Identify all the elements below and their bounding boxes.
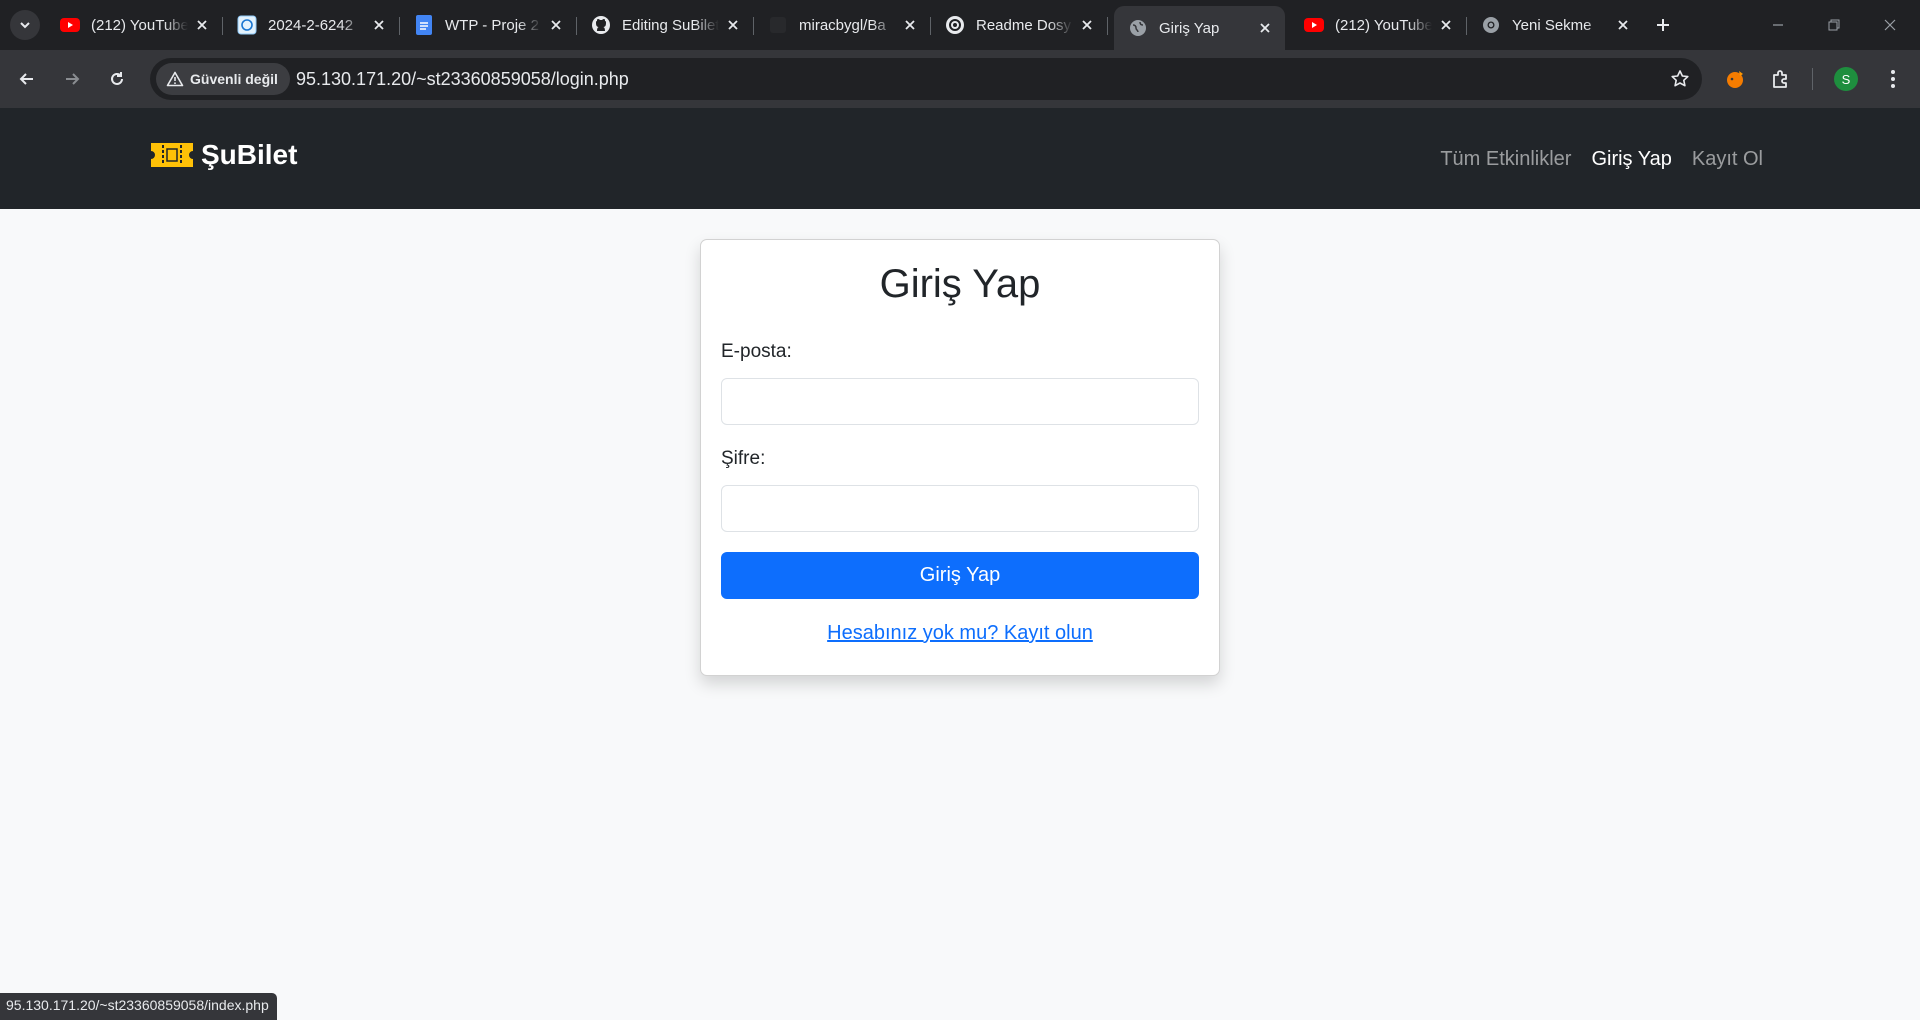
- chevron-down-icon: [20, 22, 30, 29]
- browser-tab[interactable]: Yeni Sekme: [1467, 8, 1643, 42]
- address-bar[interactable]: Güvenli değil 95.130.171.20/~st233608590…: [150, 58, 1702, 100]
- university-icon: [237, 15, 257, 35]
- close-icon[interactable]: [546, 15, 566, 35]
- security-chip[interactable]: Güvenli değil: [156, 63, 290, 95]
- email-label: E-posta:: [721, 341, 792, 362]
- reload-icon: [111, 72, 123, 85]
- blank-icon: [768, 15, 788, 35]
- globe-icon: [1128, 18, 1148, 38]
- close-icon[interactable]: [1613, 15, 1633, 35]
- password-field[interactable]: [721, 485, 1199, 532]
- warning-icon: [166, 71, 184, 87]
- browser-toolbar: Güvenli değil 95.130.171.20/~st233608590…: [0, 50, 1920, 108]
- tab-title: Giriş Yap: [1159, 19, 1220, 37]
- minimize-icon: [1773, 24, 1783, 26]
- bookmark-button[interactable]: [1668, 67, 1692, 91]
- nav-link-register[interactable]: Kayıt Ol: [1692, 148, 1763, 171]
- page-title: Giriş Yap: [879, 262, 1041, 306]
- browser-tab-active[interactable]: Giriş Yap: [1114, 6, 1285, 50]
- register-prompt: Hesabınız yok mu? Kayıt olun: [701, 622, 1219, 645]
- close-icon[interactable]: [192, 15, 212, 35]
- tab-title: (212) YouTube: [1335, 16, 1432, 34]
- nav-link-all-events[interactable]: Tüm Etkinlikler: [1440, 148, 1571, 171]
- nav-menu: Tüm Etkinlikler Giriş Yap Kayıt Ol: [1440, 148, 1763, 171]
- tab-title: Readme Dosy: [976, 16, 1072, 34]
- nav-link-login[interactable]: Giriş Yap: [1591, 148, 1671, 171]
- back-button[interactable]: [11, 63, 43, 95]
- puzzle-icon: [1773, 70, 1787, 88]
- close-icon[interactable]: [1255, 18, 1275, 38]
- url-text[interactable]: 95.130.171.20/~st23360859058/login.php: [296, 69, 629, 90]
- close-icon[interactable]: [369, 15, 389, 35]
- restore-icon: [1828, 19, 1840, 31]
- tab-title: 2024-2-6242: [268, 16, 354, 34]
- email-field[interactable]: [721, 378, 1199, 425]
- google-docs-icon: [414, 15, 434, 35]
- extensions-menu-button[interactable]: [1765, 63, 1797, 95]
- ticket-icon: [149, 140, 195, 170]
- close-icon[interactable]: [1436, 15, 1456, 35]
- password-label: Şifre:: [721, 448, 766, 469]
- close-icon[interactable]: [723, 15, 743, 35]
- browser-tab[interactable]: Readme Dosy: [931, 8, 1108, 42]
- security-label: Güvenli değil: [190, 71, 278, 87]
- login-button[interactable]: Giriş Yap: [721, 552, 1199, 599]
- profile-button[interactable]: S: [1830, 63, 1862, 95]
- browser-tab[interactable]: (212) YouTube: [1290, 8, 1467, 42]
- toolbar-divider: [1812, 68, 1813, 90]
- brand-name: ŞuBilet: [201, 139, 298, 170]
- tab-title: WTP - Proje 2: [445, 16, 539, 34]
- tab-search-button[interactable]: [10, 10, 40, 40]
- tab-separator: [1107, 17, 1108, 35]
- github-icon: [591, 15, 611, 35]
- chatgpt-icon: [945, 15, 965, 35]
- youtube-icon: [60, 15, 80, 35]
- minimize-button[interactable]: [1750, 0, 1806, 50]
- extension-button[interactable]: [1720, 63, 1752, 95]
- window-close-button[interactable]: [1862, 0, 1918, 50]
- close-icon[interactable]: [1077, 15, 1097, 35]
- browser-tab[interactable]: miracbygl/Ba: [754, 8, 931, 42]
- tab-title: Editing SuBilet: [622, 16, 719, 34]
- register-link[interactable]: Hesabınız yok mu? Kayıt olun: [827, 622, 1093, 644]
- tab-title: Yeni Sekme: [1512, 16, 1592, 34]
- close-icon: [1884, 19, 1896, 31]
- forward-button[interactable]: [56, 63, 88, 95]
- browser-tab-strip: (212) YouTube 2024-2-6242 WTP - Proje 2 …: [0, 0, 1920, 50]
- plus-icon: [1657, 19, 1669, 31]
- status-bar-url: 95.130.171.20/~st23360859058/index.php: [0, 993, 277, 1020]
- brand-logo[interactable]: ŞuBilet: [149, 139, 297, 171]
- arrow-right-icon: [66, 73, 80, 85]
- tab-title: (212) YouTube: [91, 16, 188, 34]
- browser-tab[interactable]: Editing SuBilet: [577, 8, 754, 42]
- browser-menu-button[interactable]: [1877, 63, 1909, 95]
- browser-tab[interactable]: 2024-2-6242: [223, 8, 400, 42]
- arrow-left-icon: [19, 73, 33, 85]
- tab-title: miracbygl/Ba: [799, 16, 886, 34]
- new-tab-button[interactable]: [1650, 12, 1676, 38]
- site-navbar: ŞuBilet Tüm Etkinlikler Giriş Yap Kayıt …: [0, 108, 1920, 209]
- avatar: S: [1834, 67, 1858, 91]
- reload-button[interactable]: [101, 63, 133, 95]
- more-vertical-icon: [1891, 70, 1895, 88]
- chrome-icon: [1481, 15, 1501, 35]
- extension-fox-icon: [1727, 71, 1743, 88]
- youtube-icon: [1304, 15, 1324, 35]
- login-card: Giriş Yap E-posta: Şifre: Giriş Yap Hesa…: [700, 239, 1220, 676]
- close-icon[interactable]: [900, 15, 920, 35]
- browser-tab[interactable]: WTP - Proje 2: [400, 8, 577, 42]
- star-icon: [1671, 70, 1689, 87]
- restore-button[interactable]: [1806, 0, 1862, 50]
- browser-tab[interactable]: (212) YouTube: [46, 8, 223, 42]
